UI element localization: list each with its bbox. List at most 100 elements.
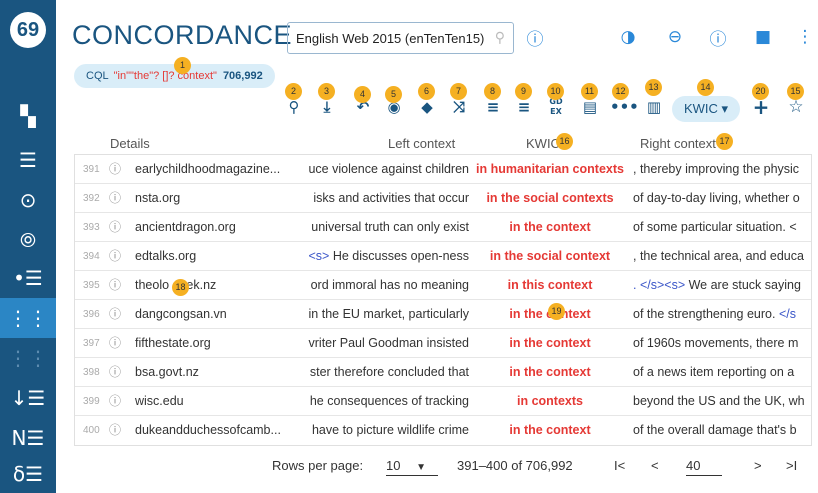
frequency-icon[interactable]: ▥ bbox=[643, 96, 665, 118]
info-icon[interactable]: ⓘ bbox=[109, 155, 125, 183]
info-icon[interactable]: ⓘ bbox=[109, 213, 125, 241]
info-icon[interactable]: ⓘ bbox=[109, 242, 125, 270]
info-icon[interactable]: ⓘ bbox=[109, 329, 125, 357]
source-site[interactable]: fifthestate.org bbox=[135, 329, 295, 357]
search-icon[interactable]: ⚲ bbox=[495, 30, 505, 46]
concordance-table: 391 ⓘ earlychildhoodmagazine... uce viol… bbox=[74, 154, 812, 446]
right-context: of the overall damage that's b bbox=[633, 423, 797, 437]
table-row[interactable]: 399 ⓘ wisc.edu he consequences of tracki… bbox=[75, 387, 811, 416]
table-row[interactable]: 393 ⓘ ancientdragon.org universal truth … bbox=[75, 213, 811, 242]
source-site[interactable]: bsa.govt.nz bbox=[135, 358, 295, 386]
kwic-cell[interactable]: in humanitarian contexts bbox=[473, 155, 627, 183]
badge-12: 12 bbox=[612, 83, 629, 100]
kwic-header[interactable]: KWIC bbox=[526, 136, 560, 151]
right-context-text: of the strengthening euro. bbox=[633, 307, 779, 321]
badge-1: 1 bbox=[174, 57, 191, 74]
sentence-tag: <s> bbox=[308, 249, 330, 263]
table-row[interactable]: 397 ⓘ fifthestate.org vriter Paul Goodma… bbox=[75, 329, 811, 358]
target-icon[interactable]: ⊙ bbox=[0, 180, 56, 220]
info-icon[interactable]: ⓘ bbox=[109, 358, 125, 386]
left-context: vriter Paul Goodman insisted bbox=[308, 336, 470, 350]
kwic-cell[interactable]: in the context bbox=[473, 329, 627, 357]
parallel-icon[interactable]: ⋮⋮ bbox=[0, 338, 56, 378]
source-site[interactable]: theolo geek.nz bbox=[135, 271, 295, 299]
cql-label: CQL bbox=[86, 70, 109, 82]
left-context: uce violence against children bbox=[308, 162, 469, 176]
table-row[interactable]: 391 ⓘ earlychildhoodmagazine... uce viol… bbox=[75, 155, 811, 184]
source-site[interactable]: wisc.edu bbox=[135, 387, 295, 415]
badge-19: 19 bbox=[548, 303, 565, 320]
left-context-text: He discusses open-ness bbox=[329, 249, 469, 263]
badge-10: 10 bbox=[547, 83, 564, 100]
bullet-list-icon[interactable]: •☰ bbox=[0, 258, 56, 298]
page-input[interactable]: 40 bbox=[686, 458, 722, 476]
kwic-cell[interactable]: in contexts bbox=[473, 387, 627, 415]
info-icon[interactable]: ⓘ bbox=[109, 300, 125, 328]
right-context: of some particular situation. < bbox=[633, 220, 797, 234]
table-row[interactable]: 400 ⓘ dukeandduchessofcamb... have to pi… bbox=[75, 416, 811, 445]
concordance-icon[interactable]: ⋮⋮ bbox=[0, 298, 56, 338]
left-context: in the EU market, particularly bbox=[308, 307, 469, 321]
source-site[interactable]: dukeandduchessofcamb... bbox=[135, 416, 295, 445]
info-icon[interactable]: ⓘ bbox=[109, 387, 125, 415]
table-row[interactable]: 396 ⓘ dangcongsan.vn in the EU market, p… bbox=[75, 300, 811, 329]
sort-list-icon[interactable]: ↓☰ bbox=[0, 378, 56, 418]
rows-per-page-select[interactable]: 10 ▼ bbox=[386, 458, 438, 476]
right-context-header[interactable]: Right context bbox=[640, 136, 716, 151]
chevron-down-icon: ▼ bbox=[416, 462, 426, 473]
diff-icon[interactable]: δ☰ bbox=[0, 454, 56, 493]
last-page-button[interactable]: >I bbox=[786, 458, 797, 473]
contrast-icon[interactable]: ◑ bbox=[613, 22, 643, 52]
table-row[interactable]: 394 ⓘ edtalks.org <s> He discusses open-… bbox=[75, 242, 811, 271]
info-icon[interactable]: ⓘ bbox=[109, 416, 125, 445]
table-row[interactable]: 392 ⓘ nsta.org isks and activities that … bbox=[75, 184, 811, 213]
kwic-cell[interactable]: in the social context bbox=[473, 242, 627, 270]
kwic-cell[interactable]: in the context bbox=[473, 416, 627, 445]
nodes-icon[interactable]: ⦾ bbox=[0, 220, 56, 260]
badge-8: 8 bbox=[484, 83, 501, 100]
left-context: <s> He discusses open-ness bbox=[297, 242, 469, 270]
badge-9: 9 bbox=[515, 83, 532, 100]
badge-4: 4 bbox=[354, 86, 371, 103]
logo-icon[interactable]: 69 bbox=[10, 12, 46, 48]
prev-page-button[interactable]: < bbox=[651, 458, 659, 473]
corpus-selector[interactable]: English Web 2015 (enTenTen15) ⚲ bbox=[287, 22, 514, 54]
table-row[interactable]: 398 ⓘ bsa.govt.nz ster therefore conclud… bbox=[75, 358, 811, 387]
row-number: 391 bbox=[83, 164, 100, 175]
info-icon[interactable]: ⓘ bbox=[109, 271, 125, 299]
kwic-cell[interactable]: in the social contexts bbox=[473, 184, 627, 212]
rows-per-page-value: 10 bbox=[386, 458, 401, 473]
list-icon[interactable]: ☰ bbox=[0, 140, 56, 180]
more-icon[interactable]: ⋮ bbox=[790, 22, 818, 52]
feedback-icon[interactable]: ■ bbox=[748, 22, 778, 52]
help-icon[interactable]: ⓘ bbox=[703, 22, 733, 52]
source-site[interactable]: ancientdragon.org bbox=[135, 213, 295, 241]
info-icon[interactable]: ⓘ bbox=[109, 184, 125, 212]
badge-5: 5 bbox=[385, 86, 402, 103]
link-icon[interactable]: ⊖ bbox=[660, 22, 690, 52]
query-text: "in""the"? []? context" bbox=[113, 70, 217, 82]
source-site[interactable]: nsta.org bbox=[135, 184, 295, 212]
source-site[interactable]: dangcongsan.vn bbox=[135, 300, 295, 328]
source-site[interactable]: earlychildhoodmagazine... bbox=[135, 155, 295, 183]
ngram-icon[interactable]: N☰ bbox=[0, 418, 56, 458]
source-site[interactable]: edtalks.org bbox=[135, 242, 295, 270]
right-context: , thereby improving the physic bbox=[633, 162, 800, 176]
row-number: 396 bbox=[83, 309, 100, 320]
kwic-view-dropdown[interactable]: KWIC ▾ bbox=[672, 96, 740, 122]
kwic-cell[interactable]: in this context bbox=[473, 271, 627, 299]
right-context: . </s><s> We are stuck saying bbox=[633, 271, 811, 299]
kwic-cell[interactable]: in the context bbox=[473, 358, 627, 386]
sentence-tag: </s bbox=[778, 307, 796, 321]
next-page-button[interactable]: > bbox=[754, 458, 762, 473]
left-context-header[interactable]: Left context bbox=[388, 136, 455, 151]
dashboard-icon[interactable]: ▚ bbox=[0, 96, 56, 136]
info-icon[interactable]: ⓘ bbox=[520, 22, 550, 52]
row-number: 393 bbox=[83, 222, 100, 233]
badge-15: 15 bbox=[787, 83, 804, 100]
kwic-cell[interactable]: in the context bbox=[473, 213, 627, 241]
badge-14: 14 bbox=[697, 79, 714, 96]
first-page-button[interactable]: I< bbox=[614, 458, 625, 473]
details-header[interactable]: Details bbox=[110, 136, 150, 151]
badge-13: 13 bbox=[645, 79, 662, 96]
